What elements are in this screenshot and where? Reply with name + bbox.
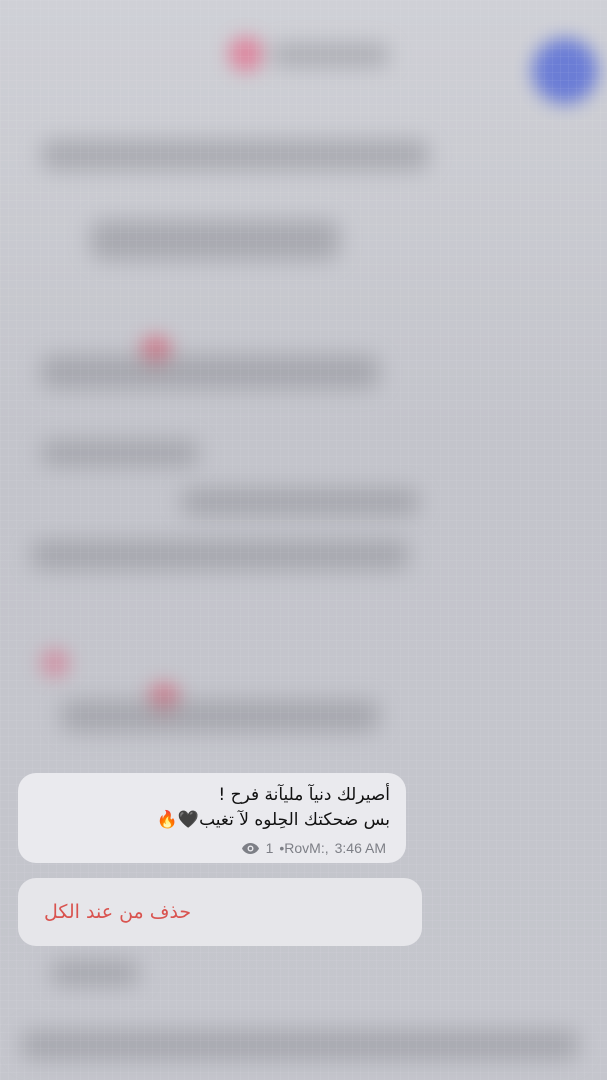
message-line-1: أصيرلك دنيآ مليآنة فرح ! — [218, 785, 390, 805]
delete-for-everyone-label: حذف من عند الكل — [44, 901, 192, 923]
message-bubble[interactable]: أصيرلك دنيآ مليآنة فرح ! بس ضحكتك الحِلو… — [18, 773, 406, 863]
message-line-2: بس ضحكتك الحِلوه لآ تغيب🖤🔥 — [156, 810, 390, 830]
view-count: 1 — [265, 840, 274, 856]
author-signature: •RovM:, — [279, 840, 329, 856]
message-time: 3:46 AM — [334, 840, 386, 856]
message-text: أصيرلك دنيآ مليآنة فرح ! بس ضحكتك الحِلو… — [36, 783, 390, 833]
delete-for-everyone-button[interactable]: حذف من عند الكل — [18, 878, 422, 946]
eye-icon — [241, 842, 260, 855]
message-meta: 1 •RovM:, 3:46 AM — [241, 840, 386, 856]
